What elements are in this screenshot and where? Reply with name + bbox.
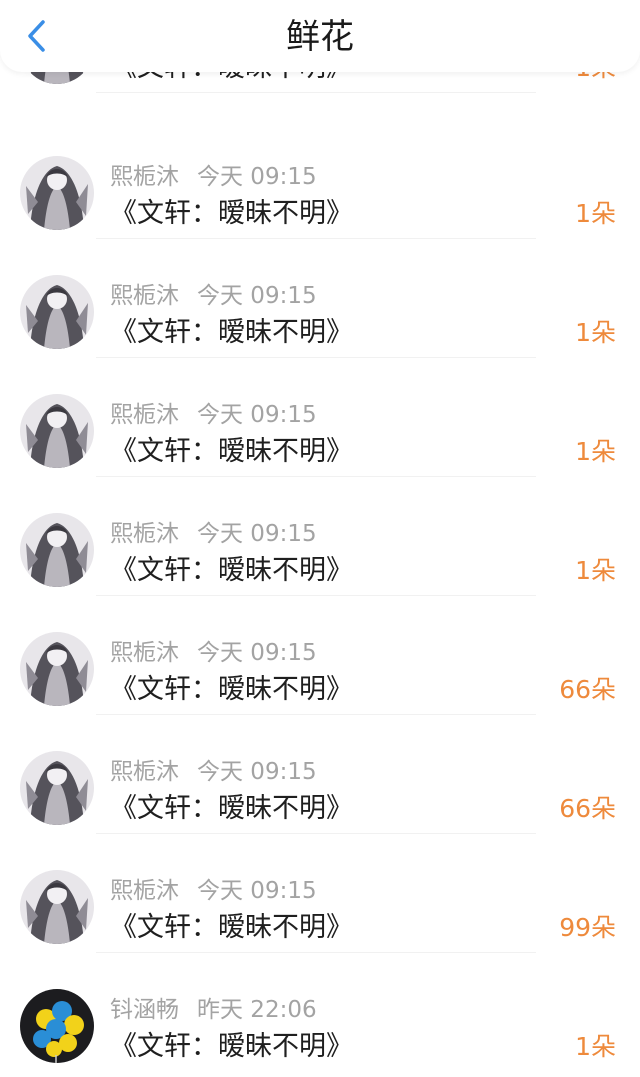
avatar[interactable] [20, 394, 94, 468]
book-title: 《文轩：暧昧不明》 [110, 198, 353, 229]
flower-count: 66朵 [559, 794, 616, 823]
flower-count: 1朵 [575, 199, 616, 228]
flower-count: 1朵 [575, 437, 616, 466]
record-meta: 熙栀沐 今天 09:15 [110, 519, 317, 549]
book-title: 《文轩：暧昧不明》 [110, 555, 353, 586]
anime-girl-avatar-icon [20, 632, 94, 706]
flower-count: 66朵 [559, 675, 616, 704]
list-item[interactable]: 熙栀沐 今天 09:15 《文轩：暧昧不明》 66朵 [0, 596, 640, 715]
user-name[interactable]: 熙栀沐 [110, 283, 179, 309]
record-time: 昨天 22:06 [197, 997, 317, 1023]
book-title: 《文轩：暧昧不明》 [110, 793, 353, 824]
list-item[interactable]: 熙栀沐 今天 09:15 《文轩：暧昧不明》 99朵 [0, 834, 640, 953]
book-title: 《文轩：暧昧不明》 [110, 912, 353, 943]
user-name[interactable]: 熙栀沐 [110, 640, 179, 666]
record-time: 今天 09:15 [197, 521, 317, 547]
record-meta: 熙栀沐 今天 09:15 [110, 281, 317, 311]
user-name[interactable]: 熙栀沐 [110, 878, 179, 904]
page-title: 鲜花 [286, 17, 354, 57]
flower-count: 99朵 [559, 913, 616, 942]
anime-girl-avatar-icon [20, 156, 94, 230]
user-name[interactable]: 钭涵畅 [110, 997, 179, 1023]
record-time: 今天 09:15 [197, 640, 317, 666]
record-time: 今天 09:15 [197, 402, 317, 428]
list-item[interactable]: 钭涵畅 昨天 22:06 《文轩：暧昧不明》 1朵 [0, 953, 640, 1072]
record-meta: 熙栀沐 今天 09:15 [110, 876, 317, 906]
flower-count: 1朵 [575, 556, 616, 585]
flower-count: 1朵 [575, 1032, 616, 1061]
avatar[interactable] [20, 870, 94, 944]
record-time: 今天 09:15 [197, 759, 317, 785]
user-name[interactable]: 熙栀沐 [110, 164, 179, 190]
book-title: 《文轩：暧昧不明》 [110, 317, 353, 348]
record-meta: 熙栀沐 今天 09:15 [110, 162, 317, 192]
balloons-avatar-icon [20, 989, 94, 1063]
record-time: 今天 09:15 [197, 878, 317, 904]
list-item[interactable]: 熙栀沐 今天 09:15 《文轩：暧昧不明》 1朵 [0, 239, 640, 358]
avatar[interactable] [20, 632, 94, 706]
nav-header: 鲜花 [0, 0, 640, 72]
anime-girl-avatar-icon [20, 394, 94, 468]
flower-count: 1朵 [575, 318, 616, 347]
anime-girl-avatar-icon [20, 275, 94, 349]
user-name[interactable]: 熙栀沐 [110, 521, 179, 547]
anime-girl-avatar-icon [20, 513, 94, 587]
record-time: 今天 09:15 [197, 283, 317, 309]
anime-girl-avatar-icon [20, 751, 94, 825]
avatar[interactable] [20, 513, 94, 587]
record-meta: 熙栀沐 今天 09:15 [110, 638, 317, 668]
list-item[interactable]: 熙栀沐 今天 09:15 《文轩：暧昧不明》 1朵 [0, 120, 640, 239]
record-meta: 熙栀沐 今天 09:15 [110, 757, 317, 787]
record-meta: 熙栀沐 今天 09:15 [110, 400, 317, 430]
avatar[interactable] [20, 989, 94, 1063]
book-title: 《文轩：暧昧不明》 [110, 436, 353, 467]
user-name[interactable]: 熙栀沐 [110, 402, 179, 428]
anime-girl-avatar-icon [20, 870, 94, 944]
record-time: 今天 09:15 [197, 164, 317, 190]
gift-flowers-page: 《文轩：暧昧不明》 1朵 熙栀沐今天 09:15 《文轩：暧昧不明》 [0, 0, 640, 1077]
record-meta: 钭涵畅 昨天 22:06 [110, 995, 317, 1025]
list-item[interactable]: 熙栀沐 今天 09:15 《文轩：暧昧不明》 1朵 [0, 477, 640, 596]
book-title: 《文轩：暧昧不明》 [110, 674, 353, 705]
user-name[interactable]: 熙栀沐 [110, 759, 179, 785]
divider [96, 92, 536, 93]
avatar[interactable] [20, 275, 94, 349]
list-item[interactable]: 熙栀沐 今天 09:15 《文轩：暧昧不明》 1朵 [0, 358, 640, 477]
book-title: 《文轩：暧昧不明》 [110, 1031, 353, 1062]
avatar[interactable] [20, 751, 94, 825]
avatar[interactable] [20, 156, 94, 230]
list-item[interactable]: 熙栀沐 今天 09:15 《文轩：暧昧不明》 66朵 [0, 715, 640, 834]
